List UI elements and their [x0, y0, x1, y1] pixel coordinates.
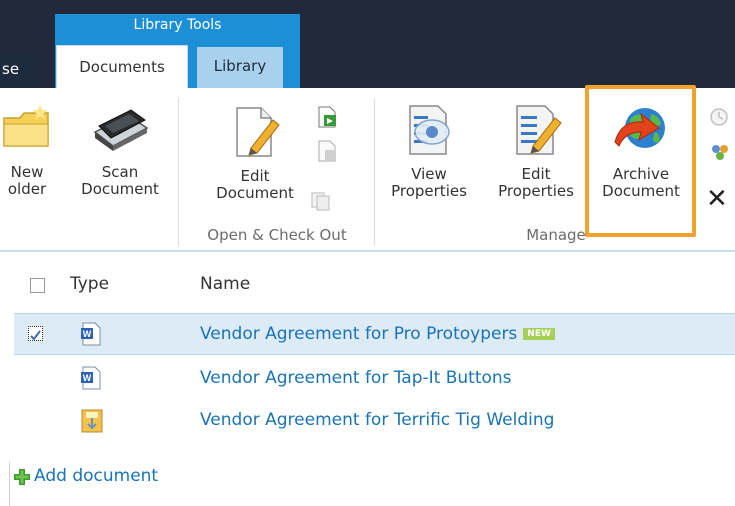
select-all-checkbox[interactable] — [30, 278, 45, 293]
tab-library[interactable]: Library — [197, 47, 283, 88]
edit-document-icon — [236, 107, 280, 157]
ribbon-tab-strip: Library Tools se Documents Library — [0, 0, 735, 88]
scan-document-label-1: Scan — [101, 163, 139, 181]
table-row[interactable]: Vendor Agreement for Terrific Tig Weldin… — [14, 400, 735, 440]
edit-properties-label-1: Edit — [521, 165, 551, 183]
document-name-link[interactable]: Vendor Agreement for Terrific Tig Weldin… — [200, 410, 554, 430]
archive-button-highlight — [585, 85, 696, 237]
view-properties-icon — [409, 105, 450, 155]
document-name-link[interactable]: Vendor Agreement for Tap-It Buttons — [200, 368, 512, 388]
edit-properties-label-2: Properties — [498, 182, 574, 200]
edit-properties-icon — [516, 105, 562, 155]
column-header-name[interactable]: Name — [200, 274, 250, 294]
word-doc-icon: W — [81, 322, 101, 346]
column-header-type[interactable]: Type — [70, 274, 109, 294]
view-properties-label-2: Properties — [391, 182, 467, 200]
scanner-icon — [93, 109, 149, 151]
discard-check-out-icon[interactable] — [310, 190, 332, 212]
scan-document-label-2: Document — [81, 180, 159, 198]
group-label-open-check-out: Open & Check Out — [207, 226, 347, 244]
left-border — [9, 462, 10, 506]
document-name[interactable]: Vendor Agreement for Pro Protoypers — [200, 324, 517, 344]
check-out-icon[interactable] — [316, 106, 338, 128]
check-in-icon[interactable] — [316, 140, 338, 162]
row-checkbox[interactable] — [28, 326, 43, 341]
document-name-link[interactable]: Vendor Agreement for Pro Protoypers NEW — [200, 324, 555, 344]
edit-document-label-1: Edit — [240, 167, 270, 185]
tab-documents[interactable]: Documents — [56, 45, 188, 88]
checkmark-icon — [30, 330, 41, 341]
new-folder-icon — [3, 104, 49, 147]
group-separator — [178, 98, 179, 246]
svg-text:W: W — [83, 373, 92, 383]
list-header: Type Name — [0, 262, 735, 306]
document-set-icon — [81, 409, 103, 433]
scan-document-button[interactable]: Scan Document — [72, 102, 168, 198]
edit-document-label-2: Document — [216, 184, 294, 202]
svg-text:W: W — [83, 329, 92, 339]
version-history-icon[interactable] — [708, 106, 730, 128]
group-separator — [374, 98, 375, 246]
delete-document-icon[interactable]: ✕ — [706, 186, 728, 212]
tab-browse[interactable]: se — [0, 50, 40, 88]
new-badge: NEW — [523, 328, 555, 340]
shared-with-icon[interactable] — [708, 142, 732, 164]
context-group-label: Library Tools — [133, 17, 222, 33]
table-row[interactable]: W Vendor Agreement for Tap-It Buttons — [14, 358, 735, 398]
new-folder-button[interactable]: New older — [0, 102, 58, 198]
new-folder-label-2: older — [7, 180, 47, 198]
table-row[interactable]: W Vendor Agreement for Pro Protoypers NEW — [14, 313, 735, 355]
add-document-link[interactable]: Add document — [34, 466, 158, 486]
edit-properties-button[interactable]: Edit Properties — [488, 102, 584, 200]
view-properties-button[interactable]: View Properties — [380, 102, 478, 200]
edit-document-button[interactable]: Edit Document — [204, 104, 306, 202]
add-icon[interactable] — [14, 469, 30, 485]
new-folder-label-1: New — [10, 163, 44, 181]
word-doc-icon: W — [81, 366, 101, 390]
view-properties-label-1: View — [411, 165, 447, 183]
